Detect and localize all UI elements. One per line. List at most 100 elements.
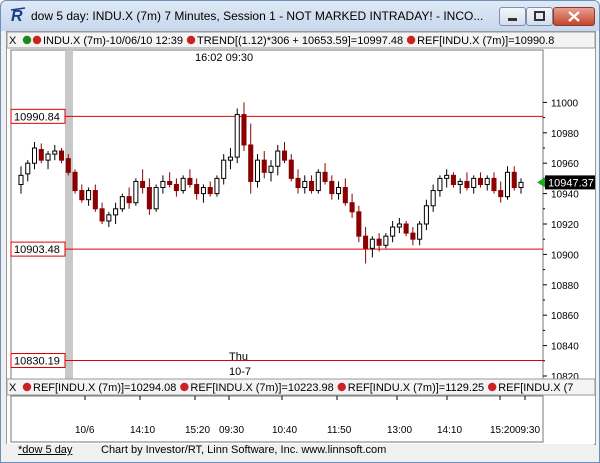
candle-body <box>356 211 362 237</box>
candle-body <box>457 180 463 185</box>
x-tick-label: 13:00 <box>387 425 412 436</box>
candle-body <box>477 177 483 185</box>
top-header-item: REF[INDU.X (7m)]=10990.8 <box>417 35 554 47</box>
chart-window: R dow 5 day: INDU.X (7m) 7 Minutes, Sess… <box>0 0 600 463</box>
candle-body <box>59 150 65 161</box>
credit-text: Chart by Investor/RT, Linn Software, Inc… <box>101 444 387 456</box>
series-dot-icon <box>22 35 32 45</box>
x-tick-label: 14:10 <box>437 425 462 436</box>
investor-rt-logo-icon: R <box>10 7 26 24</box>
candle-body <box>153 187 159 210</box>
x-tick-label: 11:50 <box>327 425 352 436</box>
y-tick-label: 10960 <box>551 159 579 170</box>
candle-body <box>410 232 416 240</box>
candle-body <box>194 183 200 195</box>
close-window-button[interactable] <box>553 7 595 26</box>
candle-body <box>450 174 456 185</box>
candle-body <box>396 223 402 228</box>
candle-body <box>200 187 206 195</box>
candle-body <box>227 156 233 161</box>
minimize-button[interactable] <box>499 7 526 26</box>
day-label: Thu <box>229 351 248 363</box>
series-dot-icon <box>406 35 416 45</box>
minimize-icon <box>508 18 517 21</box>
bottom-header-item: REF[INDU.X (7m)]=1129.25 <box>348 382 484 394</box>
last-price-label: 10947.37 <box>548 177 594 189</box>
candle-body <box>167 180 173 185</box>
candle-body <box>79 190 85 201</box>
window-title: dow 5 day: INDU.X (7m) 7 Minutes, Sessio… <box>31 9 484 23</box>
candle-body <box>518 181 524 189</box>
y-tick-label: 10840 <box>551 342 579 353</box>
y-tick-label: 10900 <box>551 250 579 261</box>
candle-body <box>322 171 328 182</box>
close-icon <box>568 11 580 22</box>
title-bar[interactable]: R dow 5 day: INDU.X (7m) 7 Minutes, Sess… <box>1 1 599 31</box>
series-dot-icon <box>186 35 196 45</box>
y-tick-label: 10880 <box>551 281 579 292</box>
candlestick-chart[interactable]: X INDU.X (7m)-10/06/10 12:39 TREND[(1.12)*… <box>6 31 596 444</box>
candle-body <box>403 223 409 234</box>
candle-body <box>491 177 497 192</box>
series-dot-icon <box>487 382 497 392</box>
candle-body <box>25 162 31 175</box>
candle-body <box>437 177 443 192</box>
candle-body <box>180 177 186 192</box>
candle-body <box>221 159 227 179</box>
candle-body <box>302 180 308 189</box>
y-tick-label: 10940 <box>551 190 579 201</box>
y-tick-label: 11000 <box>551 98 579 109</box>
x-tick-label: 09:30 <box>515 425 540 436</box>
candle-body <box>281 150 288 161</box>
candle-body <box>288 159 294 179</box>
y-tick-label: 10860 <box>551 311 579 322</box>
candle-body <box>484 177 490 185</box>
candle-body <box>234 114 240 158</box>
candle-body <box>140 180 146 189</box>
candle-body <box>38 149 44 161</box>
candle-body <box>464 180 470 189</box>
series-dot-icon <box>337 382 346 392</box>
candle-body <box>18 174 24 185</box>
candle-body <box>376 238 382 246</box>
top-header-close-button: X <box>9 35 17 47</box>
maximize-icon <box>534 11 545 21</box>
candle-body <box>309 180 315 192</box>
candle-body <box>329 180 335 195</box>
candle-body <box>72 171 78 192</box>
plot-frame <box>10 49 544 381</box>
candle-body <box>498 190 504 198</box>
candle-body <box>423 205 429 225</box>
candle-body <box>31 147 38 164</box>
candle-body <box>173 183 179 192</box>
bottom-header-item: REF[INDU.X (7m)]=10223.98 <box>190 382 333 394</box>
candle-body <box>241 114 247 146</box>
candle-body <box>119 196 125 210</box>
candle-body <box>106 214 112 222</box>
candle-body <box>214 177 220 195</box>
maximize-button[interactable] <box>526 7 553 26</box>
candle-body <box>126 196 132 204</box>
session-time-label: 16:02 09:30 <box>195 52 253 64</box>
series-dot-icon <box>22 382 32 392</box>
chart-tab[interactable]: *dow 5 day <box>18 444 72 456</box>
candle-body <box>52 150 58 155</box>
reference-label: 10990.84 <box>14 111 60 123</box>
candle-body <box>383 235 389 246</box>
candle-body <box>363 235 369 249</box>
chart-area[interactable]: X INDU.X (7m)-10/06/10 12:39 TREND[(1.12)*… <box>6 31 596 445</box>
reference-label: 10830.19 <box>14 356 60 368</box>
candle-body <box>349 202 355 213</box>
x-tick-label: 10:40 <box>272 425 297 436</box>
candle-body <box>342 187 348 204</box>
x-tick-label: 10/6 <box>75 425 95 436</box>
candle-body <box>369 238 375 249</box>
x-tick-label: 15:20 <box>185 425 210 436</box>
candle-body <box>390 226 396 237</box>
candle-body <box>417 223 423 240</box>
x-tick-label: 15:20 <box>490 425 515 436</box>
candle-body <box>92 190 98 210</box>
candle-body <box>65 158 71 173</box>
candle-body <box>336 187 342 195</box>
candle-body <box>99 208 105 222</box>
